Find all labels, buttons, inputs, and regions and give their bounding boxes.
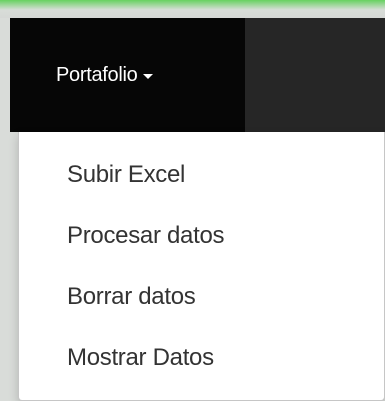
menu-item-procesar-datos[interactable]: Procesar datos (67, 221, 225, 251)
menu-item-subir-excel[interactable]: Subir Excel (67, 160, 185, 190)
menu-item-mostrar-datos[interactable]: Mostrar Datos (67, 343, 214, 373)
portafolio-menu-toggle[interactable]: Portafolio (10, 18, 245, 132)
page-top-strip (0, 0, 385, 18)
navbar: Portafolio (10, 18, 385, 132)
portafolio-menu-label-container: Portafolio (56, 64, 153, 87)
caret-down-icon (142, 74, 153, 79)
portafolio-dropdown-menu: Subir Excel Procesar datos Borrar datos … (18, 132, 385, 401)
portafolio-menu-label: Portafolio (56, 63, 138, 86)
menu-item-borrar-datos[interactable]: Borrar datos (67, 282, 196, 312)
